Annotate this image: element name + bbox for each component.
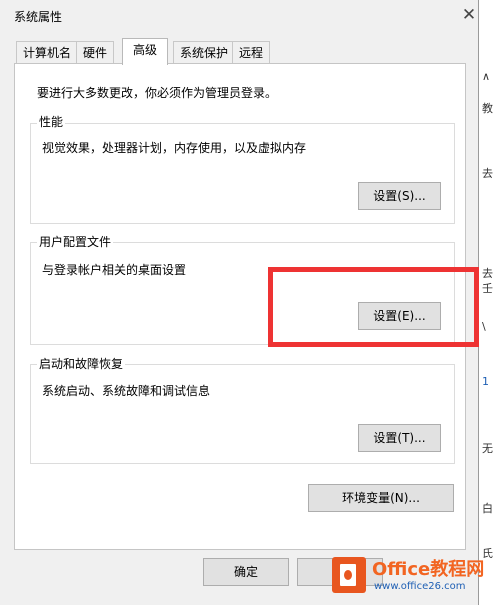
- tab-hardware[interactable]: 硬件: [76, 41, 115, 63]
- performance-title: 性能: [37, 114, 66, 130]
- bg-fragment: 1: [482, 375, 489, 388]
- bg-fragment: ∧: [482, 70, 491, 83]
- user-profiles-description: 与登录帐户相关的桌面设置: [42, 263, 187, 277]
- office-logo-icon: [332, 557, 366, 593]
- tab-advanced[interactable]: 高级: [122, 38, 169, 65]
- watermark-url: www.office26.com: [374, 581, 466, 592]
- bg-fragment: 教: [482, 102, 493, 115]
- bg-fragment: 白: [482, 502, 493, 515]
- system-properties-dialog: 系统属性 ✕ 计算机名 硬件 高级 系统保护 远程 要进行大多数更改，你必须作为…: [0, 0, 479, 605]
- bg-fragment: 壬: [482, 282, 493, 295]
- watermark-logo: Office教程网 www.office26.com: [330, 553, 490, 603]
- window-title: 系统属性: [14, 10, 63, 24]
- admin-notice: 要进行大多数更改，你必须作为管理员登录。: [37, 86, 278, 100]
- watermark-brand: Office教程网: [372, 559, 485, 580]
- bg-fragment: 去: [482, 267, 493, 280]
- user-profiles-title: 用户配置文件: [37, 234, 114, 250]
- tab-computer-name[interactable]: 计算机名: [16, 41, 79, 63]
- performance-settings-button[interactable]: 设置(S)...: [358, 182, 441, 210]
- startup-recovery-title: 启动和故障恢复: [37, 356, 126, 372]
- startup-recovery-description: 系统启动、系统故障和调试信息: [42, 384, 211, 398]
- performance-description: 视觉效果，处理器计划，内存使用，以及虚拟内存: [42, 141, 307, 155]
- bg-fragment: 去: [482, 167, 493, 180]
- tab-system-protection[interactable]: 系统保护: [173, 41, 236, 63]
- close-icon[interactable]: ✕: [458, 4, 480, 26]
- highlight-box: [268, 267, 479, 347]
- bg-fragment: 无: [482, 442, 493, 455]
- tab-remote[interactable]: 远程: [232, 41, 271, 63]
- startup-recovery-settings-button[interactable]: 设置(T)...: [358, 424, 441, 452]
- bg-fragment: \: [482, 320, 486, 333]
- background-window-strip: ∧ 教 去 去 壬 \ 1 无 白 氏: [478, 0, 493, 605]
- environment-variables-button[interactable]: 环境变量(N)...: [308, 484, 454, 512]
- ok-button[interactable]: 确定: [203, 558, 289, 586]
